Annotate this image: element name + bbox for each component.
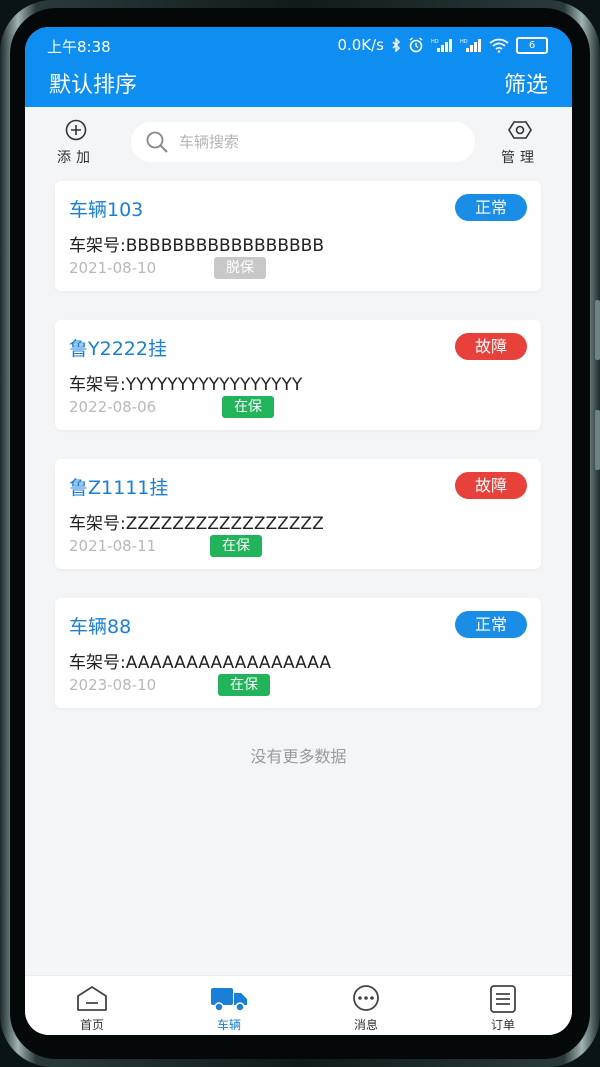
insurance-tag: 脱保 [214, 257, 266, 279]
vehicle-date: 2022-08-06 [69, 398, 157, 416]
status-bar: 上午8:38 0.0K/s HD HD 6 [25, 27, 572, 61]
vehicle-card[interactable]: 车辆103 正常 车架号:BBBBBBBBBBBBBBBBB 2021-08-1… [55, 181, 541, 291]
vehicle-name: 鲁Y2222挂 [69, 338, 167, 360]
network-speed: 0.0K/s [337, 36, 384, 54]
tab-label: 首页 [79, 1018, 104, 1032]
filter-button[interactable]: 筛选 [504, 67, 548, 99]
power-key [595, 410, 600, 470]
phone-frame: 上午8:38 0.0K/s HD HD 6 默认排序 筛选 添加 车辆搜索 管理… [0, 0, 600, 1067]
home-icon [77, 986, 107, 1011]
status-indicators: 0.0K/s HD HD 6 [337, 36, 548, 54]
vehicle-vin: 车架号:YYYYYYYYYYYYYYYYY [69, 375, 303, 395]
svg-text:HD: HD [460, 39, 468, 45]
alarm-icon [409, 37, 423, 53]
toolbar: 添加 管理 [25, 107, 572, 175]
manage-label: 管理 [501, 150, 539, 166]
add-button[interactable]: 添加 [51, 119, 101, 167]
vehicle-date: 2021-08-10 [69, 259, 157, 277]
status-badge: 正常 [455, 611, 527, 638]
search-box[interactable] [131, 122, 475, 162]
tab-label: 订单 [490, 1018, 515, 1032]
insurance-tag: 在保 [218, 674, 270, 696]
vehicle-name: 鲁Z1111挂 [69, 477, 169, 499]
wifi-icon [489, 38, 509, 53]
status-badge: 故障 [455, 333, 527, 360]
vehicle-card[interactable]: 鲁Z1111挂 故障 车架号:ZZZZZZZZZZZZZZZZZ 2021-08… [55, 459, 541, 569]
search-icon [146, 131, 168, 153]
battery-icon: 6 [516, 36, 548, 54]
order-icon [490, 985, 516, 1013]
signal-icon: HD [431, 39, 452, 52]
vehicle-vin: 车架号:AAAAAAAAAAAAAAAAA [69, 653, 331, 673]
tab-label: 消息 [353, 1018, 378, 1032]
tab-home[interactable]: 首页 [52, 984, 132, 1033]
app-header: 上午8:38 0.0K/s HD HD 6 默认排序 筛选 [25, 27, 572, 107]
hexagon-settings-icon [508, 121, 532, 139]
vehicle-date: 2021-08-11 [69, 537, 157, 555]
insurance-tag: 在保 [210, 535, 262, 557]
add-label: 添加 [57, 150, 95, 166]
tab-vehicles[interactable]: 车辆 [189, 984, 269, 1033]
signal-icon-2: HD [460, 39, 481, 52]
vehicle-vin: 车架号:BBBBBBBBBBBBBBBBB [69, 236, 324, 256]
add-circle-icon [65, 119, 87, 141]
manage-button[interactable]: 管理 [495, 119, 545, 167]
vehicle-card[interactable]: 车辆88 正常 车架号:AAAAAAAAAAAAAAAAA 2023-08-10… [55, 598, 541, 708]
status-time: 上午8:38 [47, 38, 111, 56]
vehicle-name: 车辆103 [69, 199, 144, 221]
insurance-tag: 在保 [222, 396, 274, 418]
tab-label: 车辆 [216, 1018, 241, 1032]
vehicle-date: 2023-08-10 [69, 676, 157, 694]
search-input[interactable] [177, 132, 461, 152]
bluetooth-icon [392, 38, 401, 52]
message-icon [353, 985, 379, 1011]
vehicle-card[interactable]: 鲁Y2222挂 故障 车架号:YYYYYYYYYYYYYYYYY 2022-08… [55, 320, 541, 430]
bottom-tab-bar: 首页 车辆 消息 订单 [25, 975, 572, 1035]
status-badge: 故障 [455, 472, 527, 499]
vehicle-vin: 车架号:ZZZZZZZZZZZZZZZZZ [69, 514, 324, 534]
vehicle-name: 车辆88 [69, 616, 132, 638]
svg-text:HD: HD [431, 39, 439, 45]
tab-messages[interactable]: 消息 [326, 984, 406, 1033]
list-end-message: 没有更多数据 [250, 747, 347, 766]
tab-orders[interactable]: 订单 [463, 984, 543, 1033]
volume-key [595, 300, 600, 360]
status-badge: 正常 [455, 194, 527, 221]
sort-selector[interactable]: 默认排序 [49, 67, 137, 99]
app-screen: 上午8:38 0.0K/s HD HD 6 默认排序 筛选 添加 车辆搜索 管理… [25, 27, 572, 1035]
truck-icon [211, 988, 247, 1012]
